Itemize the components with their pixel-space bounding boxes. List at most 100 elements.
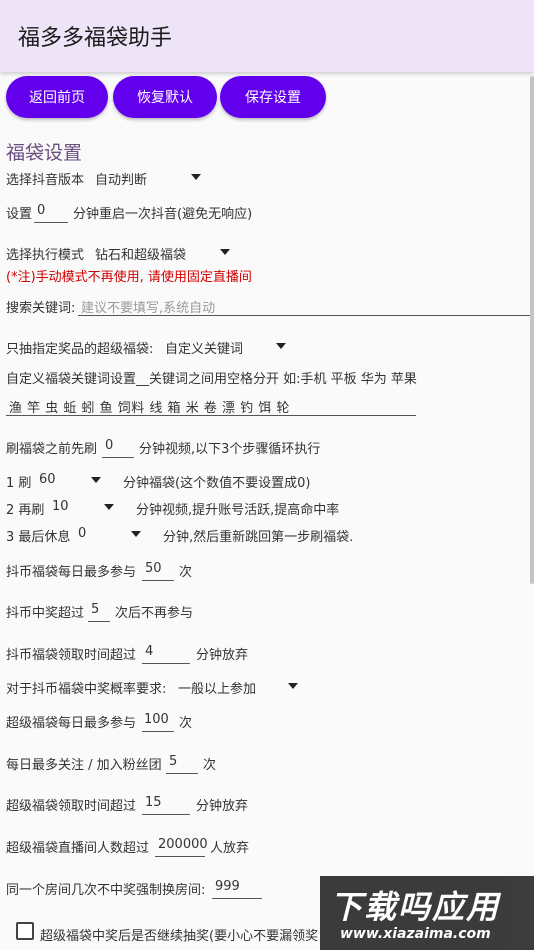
super-daily-prefix: 超级福袋每日最多参与 — [6, 716, 137, 731]
search-keyword-placeholder: 建议不要填写,系统自动 — [81, 301, 216, 316]
input-underline — [34, 222, 68, 223]
follow-daily-suffix: 次 — [203, 758, 217, 773]
step1-select[interactable]: 60 — [36, 467, 108, 493]
step3-suffix: 分钟,然后重新跳回第一步刷福袋. — [163, 530, 354, 545]
app-title: 福多多福袋助手 — [18, 26, 173, 51]
input-underline — [142, 663, 190, 664]
input-underline — [88, 621, 110, 622]
search-keyword-input[interactable]: 建议不要填写,系统自动 — [78, 292, 530, 318]
manual-mode-note: (*注)手动模式不再使用, 请使用固定直播间 — [6, 270, 252, 285]
pre-video-prefix: 刷福袋之前先刷 — [6, 442, 98, 457]
super-daily-input[interactable]: 100 — [142, 707, 174, 733]
app-bar: 福多多福袋助手 — [0, 0, 534, 72]
coin-win-suffix: 次后不再参与 — [115, 606, 194, 621]
continue-after-win-label: 超级福袋中奖后是否继续抽奖(要小心不要漏领奖 — [40, 929, 319, 944]
restart-suffix: 分钟重启一次抖音(避免无响应) — [73, 207, 253, 222]
super-timeout-value: 15 — [145, 795, 162, 810]
step2-value: 10 — [52, 499, 69, 514]
input-underline — [78, 315, 530, 316]
step2-select[interactable]: 10 — [49, 494, 121, 520]
coin-prob-value: 一般以上参加 — [178, 682, 257, 697]
super-daily-value: 100 — [144, 712, 169, 727]
pre-video-input[interactable]: 0 — [102, 433, 134, 459]
chevron-down-icon — [276, 343, 286, 349]
coin-daily-value: 50 — [145, 561, 162, 576]
room-switch-input[interactable]: 999 — [212, 874, 262, 900]
keyword-input[interactable]: 渔 竿 虫 蚯 蚓 鱼 饲料 线 箱 米 卷 漂 钓 饵 轮 — [6, 392, 416, 418]
section-title: 福袋设置 — [6, 142, 83, 164]
coin-win-input[interactable]: 5 — [88, 597, 110, 623]
chevron-down-icon — [220, 249, 230, 255]
coin-timeout-input[interactable]: 4 — [142, 639, 190, 665]
prize-filter-select[interactable]: 自定义关键词 — [162, 333, 292, 359]
room-switch-value: 999 — [215, 879, 240, 894]
input-underline — [212, 898, 262, 899]
super-daily-suffix: 次 — [179, 716, 193, 731]
coin-daily-prefix: 抖币福袋每日最多参与 — [6, 565, 137, 580]
super-timeout-input[interactable]: 15 — [142, 790, 190, 816]
coin-prob-select[interactable]: 一般以上参加 — [175, 673, 303, 699]
douyin-version-select[interactable]: 自动判断 — [92, 164, 210, 190]
prize-filter-value: 自定义关键词 — [165, 342, 244, 357]
chevron-down-icon — [191, 174, 201, 180]
save-settings-button[interactable]: 保存设置 — [220, 76, 326, 118]
follow-daily-value: 5 — [169, 754, 178, 769]
restart-prefix: 设置 — [6, 207, 33, 222]
step2-suffix: 分钟视频,提升账号活跃,提高命中率 — [136, 503, 340, 518]
coin-timeout-prefix: 抖币福袋领取时间超过 — [6, 648, 137, 663]
super-room-prefix: 超级福袋直播间人数超过 — [6, 841, 150, 856]
coin-win-value: 5 — [91, 602, 100, 617]
input-underline — [166, 773, 198, 774]
input-underline — [102, 457, 134, 458]
super-room-value: 200000 — [158, 837, 208, 852]
coin-prob-label: 对于抖币福袋中奖概率要求: — [6, 682, 167, 697]
pre-video-value: 0 — [105, 438, 114, 453]
reset-defaults-button[interactable]: 恢复默认 — [113, 76, 217, 118]
keyword-value: 渔 竿 虫 蚯 蚓 鱼 饲料 线 箱 米 卷 漂 钓 饵 轮 — [9, 401, 290, 416]
room-switch-label: 同一个房间几次不中奖强制换房间: — [6, 883, 206, 898]
follow-daily-input[interactable]: 5 — [166, 749, 198, 775]
douyin-version-label: 选择抖音版本 — [6, 173, 85, 188]
super-room-input[interactable]: 200000 — [155, 832, 208, 858]
step2-label: 2 再刷 — [6, 503, 45, 518]
step1-value: 60 — [39, 472, 56, 487]
back-button[interactable]: 返回前页 — [6, 76, 108, 118]
super-timeout-prefix: 超级福袋领取时间超过 — [6, 799, 137, 814]
continue-after-win-checkbox[interactable] — [16, 922, 34, 940]
douyin-version-value: 自动判断 — [95, 173, 148, 188]
coin-win-prefix: 抖币中奖超过 — [6, 606, 85, 621]
watermark-text: 下载吗应用 — [330, 888, 501, 926]
coin-timeout-value: 4 — [145, 644, 154, 659]
exec-mode-select[interactable]: 钻石和超级福袋 — [92, 239, 236, 265]
watermark-logo: 下载吗应用 www.xiazaima.com — [320, 876, 534, 950]
input-underline — [142, 580, 174, 581]
step3-label: 3 最后休息 — [6, 530, 71, 545]
step3-select[interactable]: 0 — [75, 521, 147, 547]
input-underline — [6, 415, 416, 416]
keyword-setting-label: 自定义福袋关键词设置__关键词之间用空格分开 如:手机 平板 华为 苹果 — [6, 372, 417, 387]
chevron-down-icon — [131, 531, 141, 537]
step3-value: 0 — [78, 526, 87, 541]
chevron-down-icon — [91, 477, 101, 483]
coin-timeout-suffix: 分钟放弃 — [196, 648, 249, 663]
scrollbar[interactable] — [530, 76, 534, 584]
restart-minutes-value: 0 — [37, 203, 46, 218]
coin-daily-input[interactable]: 50 — [142, 556, 174, 582]
chevron-down-icon — [288, 683, 298, 689]
exec-mode-label: 选择执行模式 — [6, 248, 85, 263]
input-underline — [142, 731, 174, 732]
input-underline — [155, 856, 205, 857]
chevron-down-icon — [104, 504, 114, 510]
exec-mode-value: 钻石和超级福袋 — [95, 248, 187, 263]
search-keyword-label: 搜索关键词: — [6, 301, 76, 316]
pre-video-suffix: 分钟视频,以下3个步骤循环执行 — [139, 442, 321, 457]
prize-filter-label: 只抽指定奖品的超级福袋: — [6, 342, 154, 357]
super-timeout-suffix: 分钟放弃 — [196, 799, 249, 814]
super-room-suffix: 人放弃 — [210, 841, 250, 856]
follow-daily-prefix: 每日最多关注 / 加入粉丝团 — [6, 758, 162, 773]
restart-minutes-input[interactable]: 0 — [34, 198, 68, 224]
coin-daily-suffix: 次 — [179, 565, 193, 580]
step1-suffix: 分钟福袋(这个数值不要设置成0) — [123, 476, 311, 491]
input-underline — [142, 814, 190, 815]
step1-label: 1 刷 — [6, 476, 32, 491]
